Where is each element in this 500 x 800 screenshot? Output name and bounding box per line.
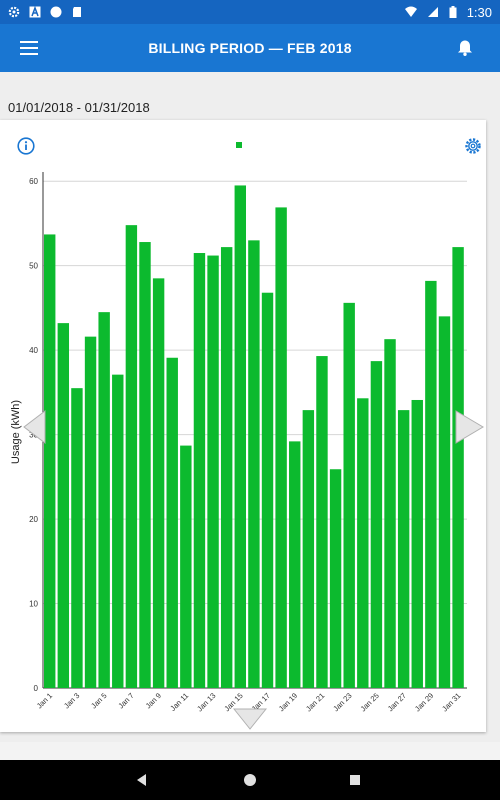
home-circle-icon[interactable] bbox=[242, 772, 258, 788]
x-tick-label: Jan 25 bbox=[359, 691, 381, 713]
chevron-down-icon[interactable] bbox=[232, 707, 268, 731]
bar-jan-3[interactable] bbox=[71, 388, 83, 688]
system-nav-bar bbox=[0, 760, 500, 800]
date-range: 01/01/2018 - 01/31/2018 bbox=[8, 100, 150, 115]
bar-jan-17[interactable] bbox=[261, 292, 274, 688]
battery-icon bbox=[449, 6, 457, 18]
bar-jan-8[interactable] bbox=[139, 242, 151, 688]
back-triangle-icon[interactable] bbox=[134, 772, 150, 788]
x-tick-label: Jan 19 bbox=[277, 691, 299, 713]
bottom-strip bbox=[0, 742, 500, 760]
status-bar: 1:30 bbox=[0, 0, 500, 24]
bar-jan-26[interactable] bbox=[384, 339, 396, 688]
x-tick-label: Jan 1 bbox=[35, 691, 54, 710]
cellular-icon bbox=[427, 7, 438, 17]
x-tick-label: Jan 21 bbox=[304, 691, 326, 713]
menu-icon[interactable] bbox=[18, 38, 40, 58]
bar-jan-6[interactable] bbox=[112, 374, 124, 688]
settings-icon bbox=[8, 6, 20, 18]
bar-jan-28[interactable] bbox=[411, 399, 423, 688]
bar-jan-13[interactable] bbox=[207, 255, 219, 688]
bar-jan-22[interactable] bbox=[329, 469, 342, 688]
bar-jan-23[interactable] bbox=[343, 302, 355, 688]
bar-jan-30[interactable] bbox=[438, 316, 451, 688]
x-tick-label: Jan 5 bbox=[89, 691, 108, 710]
status-time: 1:30 bbox=[466, 4, 492, 20]
bar-jan-5[interactable] bbox=[98, 312, 110, 688]
bar-jan-20[interactable] bbox=[302, 410, 315, 688]
bar-jan-10[interactable] bbox=[166, 357, 178, 688]
bar-jan-18[interactable] bbox=[275, 207, 287, 688]
sd-card-icon bbox=[73, 7, 81, 17]
x-tick-label: Jan 7 bbox=[116, 691, 135, 710]
bar-jan-24[interactable] bbox=[357, 398, 369, 688]
bar-jan-7[interactable] bbox=[125, 225, 138, 688]
bar-jan-2[interactable] bbox=[57, 323, 70, 688]
chevron-left-icon[interactable] bbox=[22, 409, 46, 445]
recents-square-icon[interactable] bbox=[347, 772, 363, 788]
bar-jan-4[interactable] bbox=[84, 336, 97, 688]
app-bar: BILLING PERIOD — FEB 2018 bbox=[0, 24, 500, 72]
x-tick-label: Jan 27 bbox=[386, 691, 408, 713]
bar-jan-31[interactable] bbox=[452, 247, 464, 688]
y-axis-label: Usage (kWh) bbox=[10, 400, 22, 464]
y-tick-label: 10 bbox=[29, 600, 38, 609]
chevron-right-icon[interactable] bbox=[455, 409, 485, 445]
x-tick-label: Jan 23 bbox=[331, 691, 353, 713]
bar-jan-14[interactable] bbox=[220, 247, 233, 688]
bar-jan-12[interactable] bbox=[193, 253, 206, 688]
y-tick-label: 20 bbox=[29, 515, 38, 524]
y-tick-label: 50 bbox=[29, 262, 38, 271]
y-tick-label: 60 bbox=[29, 177, 38, 186]
bar-jan-16[interactable] bbox=[248, 240, 260, 688]
bar-jan-25[interactable] bbox=[370, 361, 383, 688]
bar-jan-21[interactable] bbox=[316, 356, 328, 688]
usage-bar-chart: 0102030405060Jan 1 Jan 3 Jan 5 Jan 7 Jan 9 Ja… bbox=[10, 172, 467, 713]
status-right-icons: 1:30 bbox=[404, 4, 492, 20]
bar-jan-15[interactable] bbox=[234, 185, 246, 688]
x-tick-label: Jan 3 bbox=[62, 691, 81, 710]
bar-jan-19[interactable] bbox=[289, 441, 301, 688]
circle-icon bbox=[50, 6, 62, 18]
bar-jan-11[interactable] bbox=[180, 445, 192, 688]
a-icon bbox=[29, 6, 41, 18]
x-tick-label: Jan 9 bbox=[144, 691, 163, 710]
bell-icon[interactable] bbox=[456, 39, 474, 57]
x-tick-label: Jan 13 bbox=[195, 691, 217, 713]
wifi-icon bbox=[404, 6, 417, 17]
x-tick-label: Jan 29 bbox=[413, 691, 435, 713]
status-left-icons bbox=[8, 6, 83, 18]
bar-jan-29[interactable] bbox=[425, 280, 437, 688]
bar-jan-27[interactable] bbox=[397, 410, 410, 688]
y-tick-label: 0 bbox=[34, 684, 39, 693]
bar-jan-9[interactable] bbox=[152, 278, 165, 688]
x-tick-label: Jan 31 bbox=[440, 691, 462, 713]
bar-jan-1[interactable] bbox=[44, 234, 56, 689]
x-tick-label: Jan 11 bbox=[168, 691, 190, 713]
y-tick-label: 40 bbox=[29, 346, 38, 355]
page-title: BILLING PERIOD — FEB 2018 bbox=[148, 40, 352, 56]
